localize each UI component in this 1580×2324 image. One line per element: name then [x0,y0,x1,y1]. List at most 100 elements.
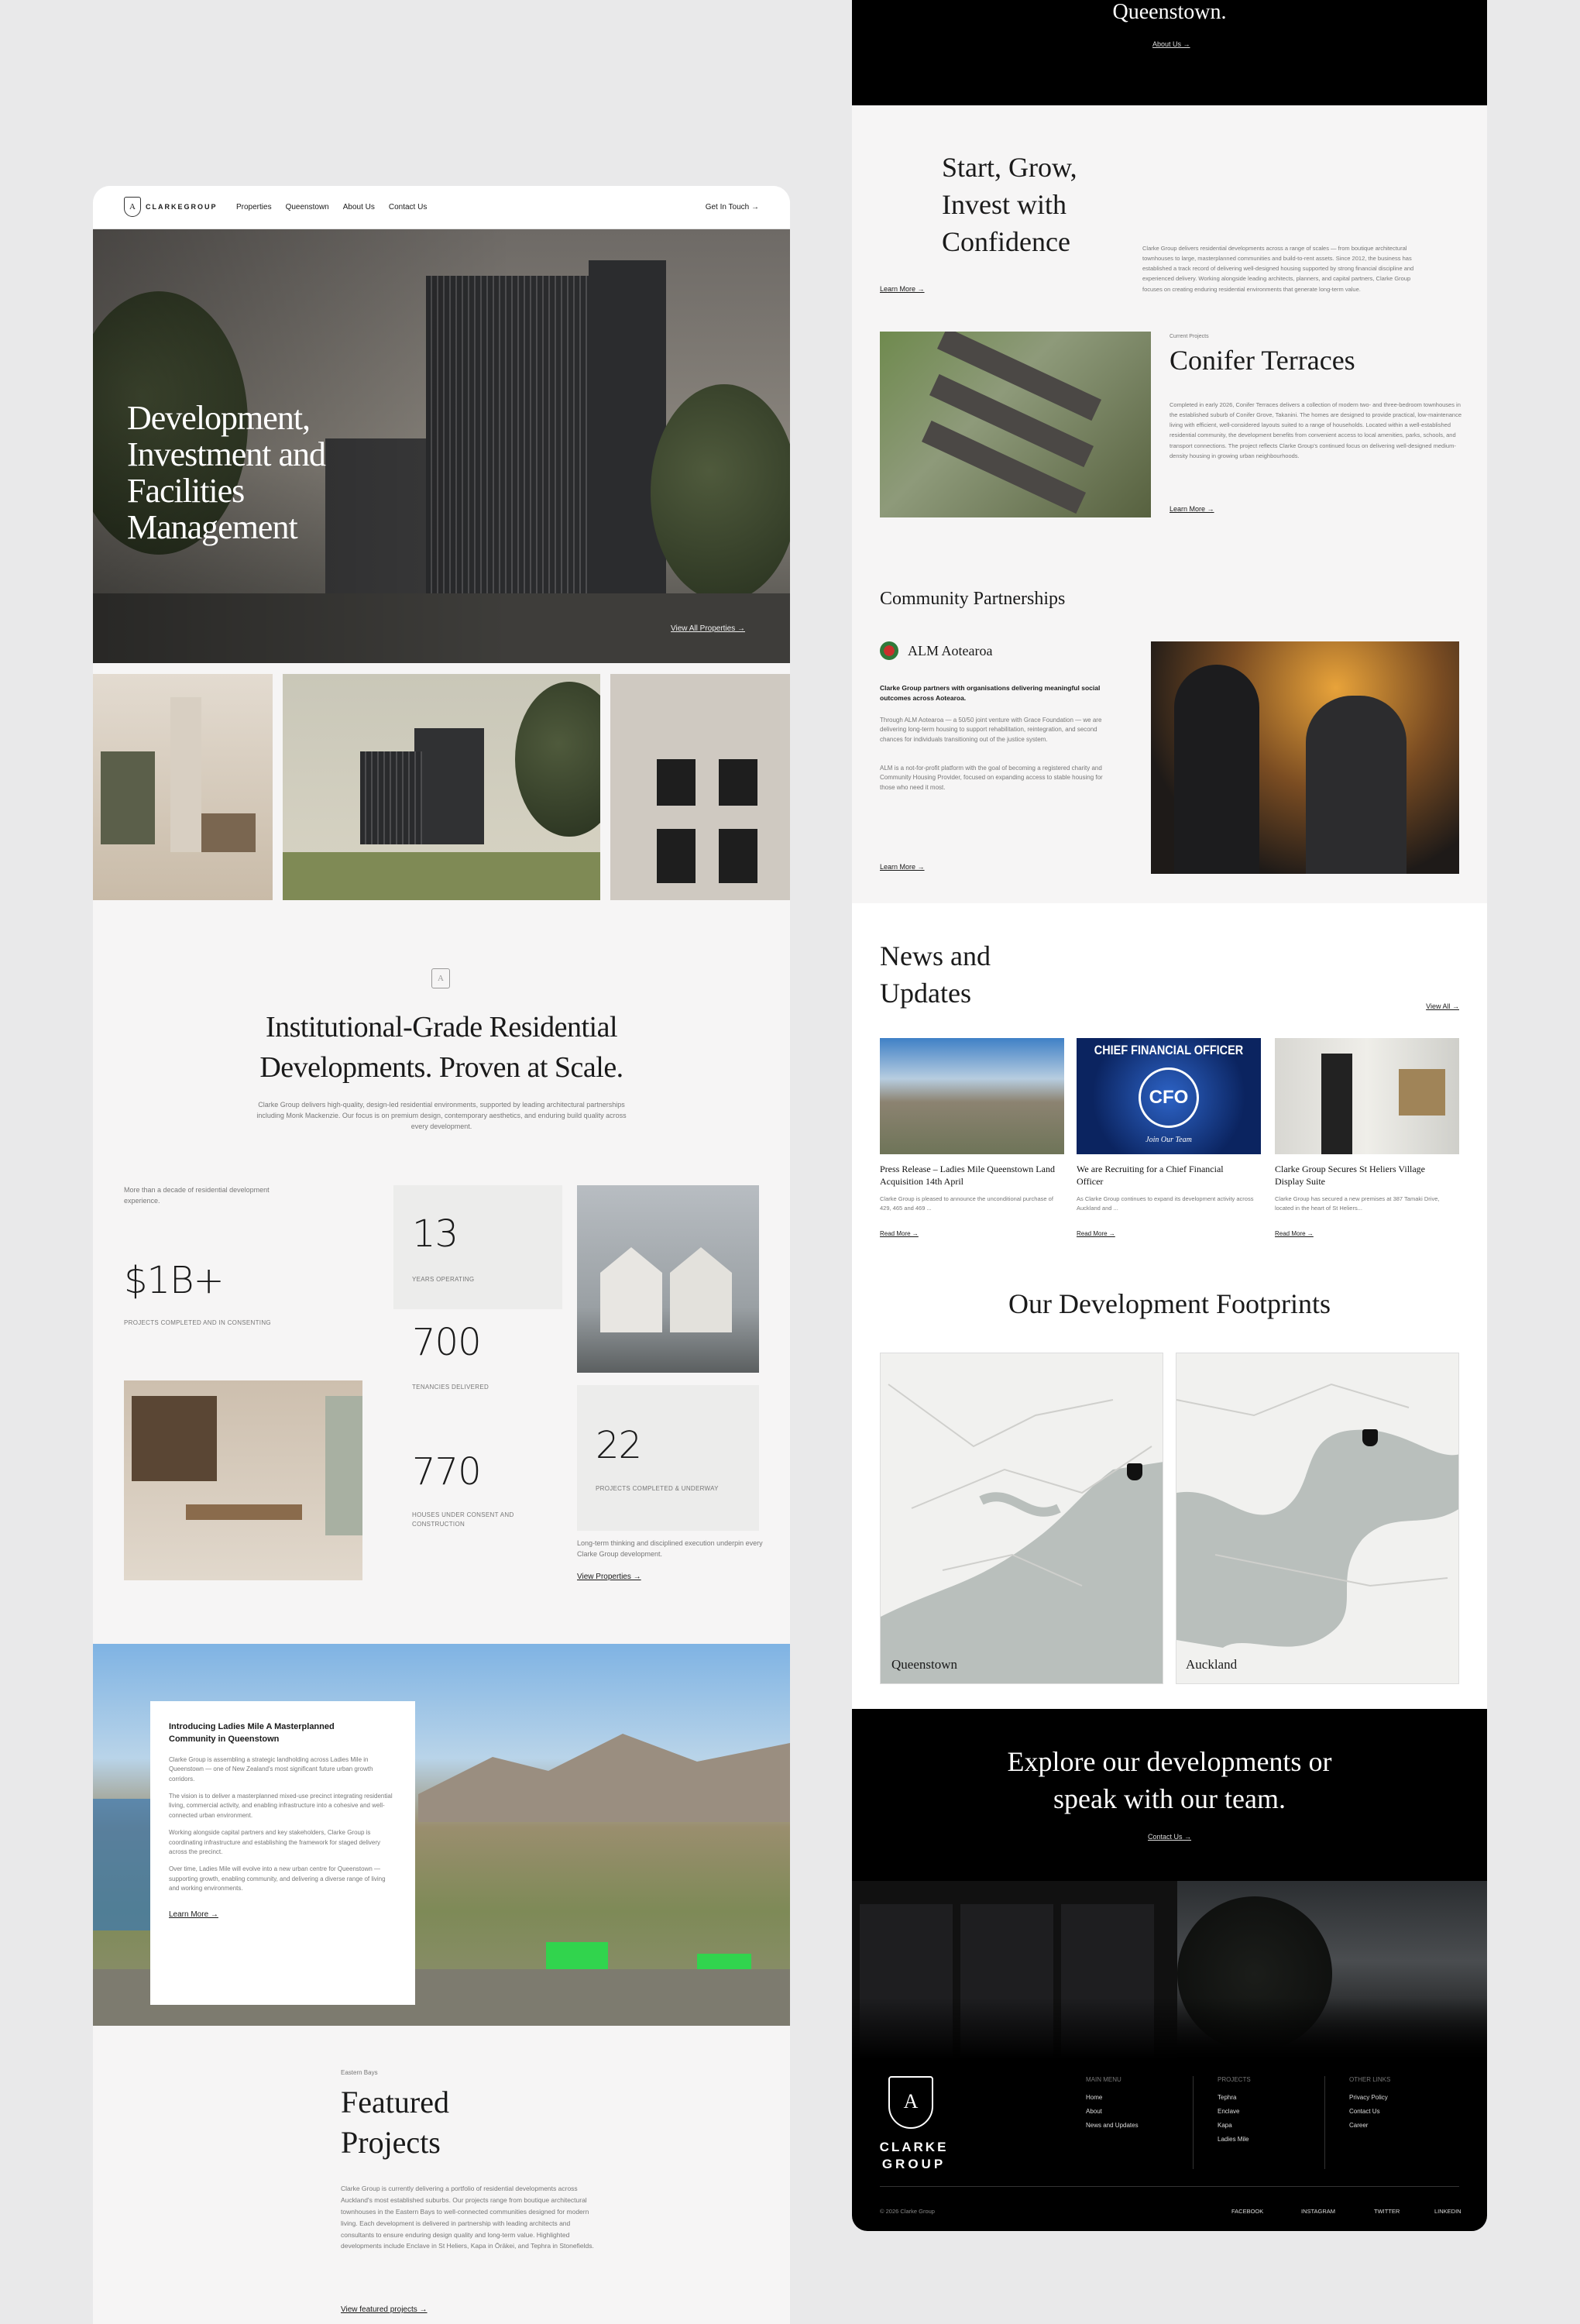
map-label: Auckland [1186,1657,1238,1672]
ladies-mile-p2: The vision is to deliver a masterplanned… [169,1793,393,1819]
news-item-body: Clarke Group is pleased to announce the … [880,1195,1053,1212]
nav-item-properties[interactable]: Properties [236,203,272,211]
footer-link[interactable]: Ladies Mile [1218,2136,1251,2143]
hero-image: Development, Investment and Facilities M… [93,229,790,663]
news-item-read-more[interactable]: Read More → [880,1230,919,1237]
footer-col-heading: MAIN MENU [1086,2076,1121,2083]
featured-projects-link[interactable]: View featured projects → [341,2305,428,2314]
news-item-title[interactable]: Press Release – Ladies Mile Queenstown L… [880,1164,1058,1188]
news-item-read-more[interactable]: Read More → [1077,1230,1115,1237]
explore-contact-link[interactable]: Contact Us → [1148,1833,1191,1841]
nav-item-contact[interactable]: Contact Us [389,203,427,211]
hero-title: Development, Investment and Facilities M… [127,399,326,546]
nav-item-about[interactable]: About Us [343,203,375,211]
cfo-banner-text: CHIEF FINANCIAL OFFICER [1094,1043,1244,1057]
conifer-aerial-image [880,332,1151,517]
community-lead: Clarke Group partners with organisations… [880,684,1101,703]
view-all-properties-link[interactable]: View All Properties → [671,624,745,633]
footer-col-heading: PROJECTS [1218,2076,1251,2083]
stat-projects-label: PROJECTS COMPLETED & UNDERWAY [596,1485,719,1492]
social-instagram[interactable]: INSTAGRAM [1301,2208,1335,2215]
footer-link[interactable]: News and Updates [1086,2122,1139,2129]
explore-section: Explore our developments or speak with o… [852,1709,1487,2231]
stat-townhouse-image [577,1185,759,1373]
ladies-mile-title: Introducing Ladies Mile A Masterplanned … [169,1722,335,1744]
social-linkedin[interactable]: LINKEDIN [1434,2208,1462,2215]
top-nav: A CLARKEGROUP Properties Queenstown Abou… [93,186,790,229]
stat-projects-value: 22 [596,1424,642,1467]
ladies-mile-card: Introducing Ladies Mile A Masterplanned … [150,1701,415,2005]
news-image-display-suite[interactable] [1275,1038,1459,1154]
ladies-mile-p4: Over time, Ladies Mile will evolve into … [169,1865,386,1893]
conifer-title: Conifer Terraces [1170,345,1355,376]
footer-link[interactable]: Privacy Policy [1349,2094,1390,2101]
get-in-touch-link[interactable]: Get In Touch → [706,203,759,211]
thinking-text: Long-term thinking and disciplined execu… [577,1539,763,1558]
stat-big-label: PROJECTS COMPLETED AND IN CONSENTING [124,1319,271,1326]
featured-body: Clarke Group is currently delivering a p… [341,2185,594,2250]
nav-item-queenstown[interactable]: Queenstown [286,203,329,211]
land-parcel-highlight [546,1942,608,1973]
community-title: Community Partnerships [880,589,1066,609]
footer-link[interactable]: Career [1349,2122,1390,2129]
news-image-cfo[interactable]: CHIEF FINANCIAL OFFICER CFO Join Our Tea… [1077,1038,1261,1154]
map-pin-icon[interactable] [1362,1429,1378,1446]
footer-divider [1324,2076,1325,2169]
ladies-mile-p1: Clarke Group is assembling a strategic l… [169,1755,373,1783]
intro-title: Institutional-Grade Residential Developm… [259,1011,623,1084]
news-item-title[interactable]: We are Recruiting for a Chief Financial … [1077,1164,1247,1188]
featured-title: Featured Projects [341,2085,449,2160]
ladies-mile-learn-more[interactable]: Learn More → [169,1910,218,1919]
news-image-ladies-mile[interactable] [880,1038,1064,1154]
map-pin-icon[interactable] [1127,1463,1142,1480]
footer-copyright: © 2026 Clarke Group [880,2208,935,2215]
footer-logo[interactable]: A [880,2076,942,2138]
footer-link[interactable]: Tephra [1218,2094,1251,2101]
gallery-brick-image [610,674,790,900]
about-us-link[interactable]: About Us → [1152,40,1190,48]
stat-years-label: YEARS OPERATING [412,1276,475,1283]
map-queenstown[interactable]: Queenstown [880,1353,1163,1684]
stat-tenancies-value: 700 [412,1321,482,1364]
community-photo [1151,641,1459,874]
map-label: Queenstown [891,1657,957,1672]
site-logo[interactable]: A CLARKEGROUP [124,197,218,217]
social-twitter[interactable]: TWITTER [1374,2208,1400,2215]
news-item-title[interactable]: Clarke Group Secures St Heliers Village … [1275,1164,1453,1188]
left-page-panel: A CLARKEGROUP Properties Queenstown Abou… [93,186,790,2324]
footer-link[interactable]: About [1086,2108,1139,2115]
community-p1: Through ALM Aotearoa — a 50/50 joint ven… [880,717,1102,743]
footer-logo-line1: CLARKE [879,2140,949,2154]
footprints-title: Our Development Footprints [1008,1288,1331,1319]
queenstown-banner: Queenstown. About Us → [852,0,1487,105]
alm-logo-icon [880,641,898,660]
grow-title: Start, Grow, Invest with Confidence [942,152,1077,257]
gallery-exterior-image [283,674,600,900]
footer-col-projects: PROJECTS Tephra Enclave Kapa Ladies Mile [1218,2076,1251,2150]
conifer-learn-more[interactable]: Learn More → [1170,505,1214,513]
queenstown-title: Queenstown. [1112,0,1227,24]
map-auckland[interactable]: Auckland [1176,1353,1459,1684]
stat-houses-value: 770 [412,1450,482,1494]
stat-houses-label: HOUSES UNDER CONSENT AND CONSTRUCTION [412,1511,514,1528]
ladies-mile-p3: Working alongside capital partners and k… [169,1829,381,1855]
footer-link[interactable]: Contact Us [1349,2108,1390,2115]
footer-divider [1193,2076,1194,2169]
stat-big-value: $1B+ [124,1259,225,1302]
grow-learn-more[interactable]: Learn More → [880,285,925,293]
experience-text: More than a decade of residential develo… [124,1186,270,1205]
footer-rule [880,2186,1459,2187]
news-item-read-more[interactable]: Read More → [1275,1230,1314,1237]
footer-link[interactable]: Enclave [1218,2108,1251,2115]
footer-link[interactable]: Kapa [1218,2122,1251,2129]
logo-wordmark: CLARKEGROUP [146,203,218,211]
grow-body: Clarke Group delivers residential develo… [1142,245,1414,293]
footer-link[interactable]: Home [1086,2094,1139,2101]
alm-org-name: ALM Aotearoa [908,643,993,658]
community-learn-more[interactable]: Learn More → [880,863,925,871]
footer-col-heading: OTHER LINKS [1349,2076,1391,2083]
view-properties-link[interactable]: View Properties → [577,1573,641,1581]
news-view-all[interactable]: View All → [1426,1002,1459,1010]
footer-shield-icon: A [888,2076,933,2129]
social-facebook[interactable]: FACEBOOK [1231,2208,1263,2215]
